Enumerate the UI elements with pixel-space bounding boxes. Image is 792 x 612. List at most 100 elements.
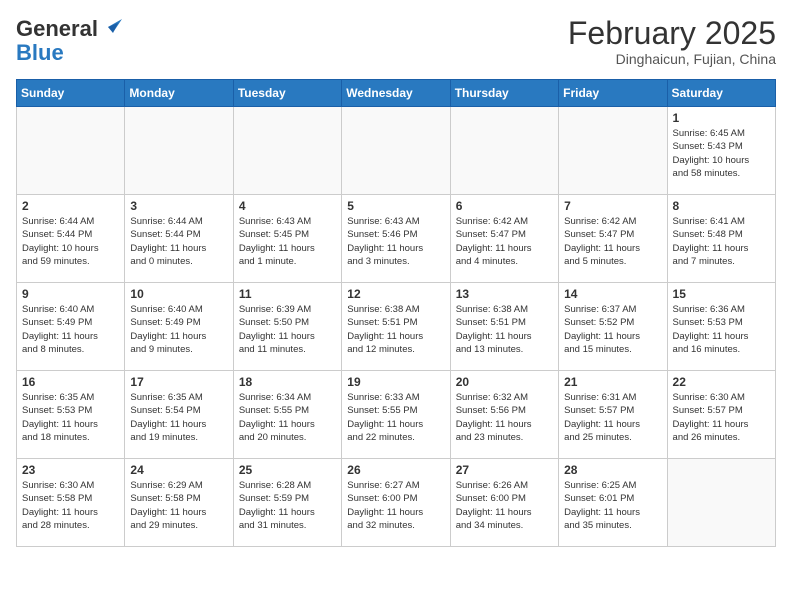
logo-general-text: General [16,16,98,42]
day-number: 10 [130,287,227,301]
calendar-cell: 10 Sunrise: 6:40 AM Sunset: 5:49 PM Dayli… [125,283,233,371]
day-number: 3 [130,199,227,213]
calendar-cell: 23Sunrise: 6:30 AM Sunset: 5:58 PM Dayli… [17,459,125,547]
day-info: Sunrise: 6:27 AM Sunset: 6:00 PM Dayligh… [347,479,444,532]
calendar-cell [450,107,558,195]
day-info: Sunrise: 6:44 AM Sunset: 5:44 PM Dayligh… [130,215,227,268]
day-info: Sunrise: 6:39 AM Sunset: 5:50 PM Dayligh… [239,303,336,356]
calendar-cell: 11 Sunrise: 6:39 AM Sunset: 5:50 PM Dayli… [233,283,341,371]
day-info: Sunrise: 6:42 AM Sunset: 5:47 PM Dayligh… [564,215,661,268]
calendar-cell [125,107,233,195]
day-number: 4 [239,199,336,213]
weekday-header-friday: Friday [559,80,667,107]
calendar-cell: 27 Sunrise: 6:26 AM Sunset: 6:00 PM Dayli… [450,459,558,547]
day-info: Sunrise: 6:38 AM Sunset: 5:51 PM Dayligh… [347,303,444,356]
calendar-cell: 6 Sunrise: 6:42 AM Sunset: 5:47 PM Daylig… [450,195,558,283]
day-number: 22 [673,375,770,389]
day-number: 13 [456,287,553,301]
calendar-cell: 17 Sunrise: 6:35 AM Sunset: 5:54 PM Dayli… [125,371,233,459]
calendar-week-3: 16Sunrise: 6:35 AM Sunset: 5:53 PM Dayli… [17,371,776,459]
calendar-cell: 20 Sunrise: 6:32 AM Sunset: 5:56 PM Dayli… [450,371,558,459]
calendar-cell: 18 Sunrise: 6:34 AM Sunset: 5:55 PM Dayli… [233,371,341,459]
day-info: Sunrise: 6:40 AM Sunset: 5:49 PM Dayligh… [22,303,119,356]
calendar-cell [342,107,450,195]
calendar-cell [233,107,341,195]
calendar-cell: 2 Sunrise: 6:44 AM Sunset: 5:44 PM Daylig… [17,195,125,283]
weekday-header-sunday: Sunday [17,80,125,107]
day-number: 27 [456,463,553,477]
weekday-header-wednesday: Wednesday [342,80,450,107]
calendar-cell [667,459,775,547]
day-number: 7 [564,199,661,213]
calendar-cell: 4 Sunrise: 6:43 AM Sunset: 5:45 PM Daylig… [233,195,341,283]
location: Dinghaicun, Fujian, China [568,51,776,67]
calendar-cell: 12 Sunrise: 6:38 AM Sunset: 5:51 PM Dayli… [342,283,450,371]
day-number: 8 [673,199,770,213]
day-number: 18 [239,375,336,389]
day-number: 11 [239,287,336,301]
day-info: Sunrise: 6:43 AM Sunset: 5:45 PM Dayligh… [239,215,336,268]
weekday-header-thursday: Thursday [450,80,558,107]
day-number: 25 [239,463,336,477]
day-info: Sunrise: 6:29 AM Sunset: 5:58 PM Dayligh… [130,479,227,532]
calendar-cell: 8 Sunrise: 6:41 AM Sunset: 5:48 PM Daylig… [667,195,775,283]
day-number: 24 [130,463,227,477]
day-number: 12 [347,287,444,301]
logo: General Blue [16,16,122,66]
calendar-body: 1 Sunrise: 6:45 AM Sunset: 5:43 PM Daylig… [17,107,776,547]
day-info: Sunrise: 6:26 AM Sunset: 6:00 PM Dayligh… [456,479,553,532]
day-info: Sunrise: 6:43 AM Sunset: 5:46 PM Dayligh… [347,215,444,268]
weekday-header-monday: Monday [125,80,233,107]
page-header: General Blue February 2025 Dinghaicun, F… [16,16,776,67]
calendar-table: SundayMondayTuesdayWednesdayThursdayFrid… [16,79,776,547]
day-number: 2 [22,199,119,213]
calendar-cell: 7 Sunrise: 6:42 AM Sunset: 5:47 PM Daylig… [559,195,667,283]
calendar-cell: 13Sunrise: 6:38 AM Sunset: 5:51 PM Dayli… [450,283,558,371]
calendar-cell: 21 Sunrise: 6:31 AM Sunset: 5:57 PM Dayli… [559,371,667,459]
calendar-cell: 3 Sunrise: 6:44 AM Sunset: 5:44 PM Daylig… [125,195,233,283]
day-number: 21 [564,375,661,389]
day-number: 19 [347,375,444,389]
day-info: Sunrise: 6:32 AM Sunset: 5:56 PM Dayligh… [456,391,553,444]
calendar-cell: 24 Sunrise: 6:29 AM Sunset: 5:58 PM Dayli… [125,459,233,547]
day-number: 17 [130,375,227,389]
day-info: Sunrise: 6:31 AM Sunset: 5:57 PM Dayligh… [564,391,661,444]
day-info: Sunrise: 6:40 AM Sunset: 5:49 PM Dayligh… [130,303,227,356]
calendar-cell: 1 Sunrise: 6:45 AM Sunset: 5:43 PM Daylig… [667,107,775,195]
calendar-cell: 28 Sunrise: 6:25 AM Sunset: 6:01 PM Dayli… [559,459,667,547]
calendar-header: SundayMondayTuesdayWednesdayThursdayFrid… [17,80,776,107]
month-year: February 2025 [568,16,776,51]
day-info: Sunrise: 6:36 AM Sunset: 5:53 PM Dayligh… [673,303,770,356]
calendar-cell: 25 Sunrise: 6:28 AM Sunset: 5:59 PM Dayli… [233,459,341,547]
day-info: Sunrise: 6:34 AM Sunset: 5:55 PM Dayligh… [239,391,336,444]
day-number: 1 [673,111,770,125]
day-info: Sunrise: 6:25 AM Sunset: 6:01 PM Dayligh… [564,479,661,532]
day-info: Sunrise: 6:44 AM Sunset: 5:44 PM Dayligh… [22,215,119,268]
calendar-cell [559,107,667,195]
title-block: February 2025 Dinghaicun, Fujian, China [568,16,776,67]
calendar-cell: 22 Sunrise: 6:30 AM Sunset: 5:57 PM Dayli… [667,371,775,459]
logo-blue-text: Blue [16,40,64,66]
day-number: 28 [564,463,661,477]
day-info: Sunrise: 6:35 AM Sunset: 5:54 PM Dayligh… [130,391,227,444]
calendar-week-4: 23Sunrise: 6:30 AM Sunset: 5:58 PM Dayli… [17,459,776,547]
day-number: 15 [673,287,770,301]
calendar-week-1: 2 Sunrise: 6:44 AM Sunset: 5:44 PM Daylig… [17,195,776,283]
calendar-cell [17,107,125,195]
day-info: Sunrise: 6:42 AM Sunset: 5:47 PM Dayligh… [456,215,553,268]
day-info: Sunrise: 6:45 AM Sunset: 5:43 PM Dayligh… [673,127,770,180]
day-info: Sunrise: 6:28 AM Sunset: 5:59 PM Dayligh… [239,479,336,532]
day-number: 20 [456,375,553,389]
calendar-cell: 9 Sunrise: 6:40 AM Sunset: 5:49 PM Daylig… [17,283,125,371]
day-number: 6 [456,199,553,213]
day-info: Sunrise: 6:41 AM Sunset: 5:48 PM Dayligh… [673,215,770,268]
calendar-cell: 14Sunrise: 6:37 AM Sunset: 5:52 PM Dayli… [559,283,667,371]
calendar-week-0: 1 Sunrise: 6:45 AM Sunset: 5:43 PM Daylig… [17,107,776,195]
weekday-header-saturday: Saturday [667,80,775,107]
calendar-cell: 15 Sunrise: 6:36 AM Sunset: 5:53 PM Dayli… [667,283,775,371]
day-number: 23 [22,463,119,477]
day-info: Sunrise: 6:30 AM Sunset: 5:57 PM Dayligh… [673,391,770,444]
day-number: 9 [22,287,119,301]
weekday-header-tuesday: Tuesday [233,80,341,107]
calendar-cell: 16Sunrise: 6:35 AM Sunset: 5:53 PM Dayli… [17,371,125,459]
